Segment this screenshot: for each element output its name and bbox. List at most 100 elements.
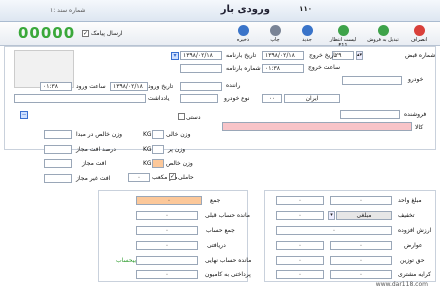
- waybill-date-picker[interactable]: ▾: [171, 52, 179, 60]
- final-balance-label: مانده حساب نهایی: [205, 257, 252, 264]
- exit-date-label: تاریخ خروج: [309, 52, 337, 59]
- checkbox-box[interactable]: ✓: [82, 30, 89, 37]
- toolbar-button-icon: [413, 25, 425, 36]
- toolbar-button-label: ذخیره: [236, 37, 250, 43]
- toolbar-button-label: چاپ: [270, 37, 280, 43]
- unit-price-field[interactable]: ۰: [330, 196, 392, 205]
- title-counter: ۱۱۰: [299, 5, 312, 13]
- rent-total[interactable]: ۰: [276, 270, 324, 279]
- load-label: حاملی: [178, 174, 194, 181]
- driver-payment-field[interactable]: ۰: [136, 270, 198, 279]
- waybill-date-label: تاریخ بارنامه: [226, 52, 257, 59]
- empty-weight-unit: KG: [143, 131, 152, 138]
- empty-weight-label: وزن خالی: [166, 131, 191, 138]
- vat-label: ارزش افزوده: [398, 227, 432, 234]
- discount-field[interactable]: ۰: [276, 211, 324, 220]
- net-weight-unit: KG: [143, 160, 152, 167]
- toolbar-button-5[interactable]: ذخیره: [226, 23, 260, 45]
- entry-time-label: ساعت ورود: [76, 83, 106, 90]
- total-field[interactable]: ۰: [136, 196, 202, 205]
- tolls-total[interactable]: ۰: [276, 241, 324, 250]
- weighing-field[interactable]: ۰: [330, 256, 392, 265]
- goods-field[interactable]: [222, 122, 412, 131]
- toolbar-button-4[interactable]: چاپ: [258, 23, 292, 45]
- loss-pct-field[interactable]: [44, 145, 72, 154]
- waybill-date-field[interactable]: ۱۳۹۸/۰۲/۱۸: [180, 51, 222, 60]
- loss-label: افت مجاز: [82, 160, 107, 167]
- car-field[interactable]: [342, 76, 402, 85]
- seller-field[interactable]: [340, 110, 400, 119]
- received-field[interactable]: ۰: [136, 241, 198, 250]
- driver-label: راننده: [226, 82, 241, 89]
- driver-payment-label: پرداختی به کامیون: [205, 271, 251, 278]
- net-weight-field[interactable]: [152, 159, 164, 168]
- net-origin-field[interactable]: [44, 130, 72, 139]
- toolbar-button-icon: [377, 25, 389, 36]
- waybill-no-field[interactable]: [180, 64, 222, 73]
- loss-field[interactable]: [44, 159, 72, 168]
- load-checkbox[interactable]: ✓: [169, 173, 176, 180]
- unit-price-label: مبلغ واحد: [398, 197, 422, 204]
- total-label: جمع: [210, 197, 221, 204]
- discount-label: تخفیف: [398, 212, 415, 219]
- driver-field[interactable]: [180, 82, 222, 91]
- toolbar-button-label: انصراف: [410, 37, 428, 43]
- entry-time-field[interactable]: ۰۱:۳۸: [40, 82, 72, 91]
- waybill-no-label: شماره بارنامه: [226, 65, 261, 72]
- watermark: www.dar118.com: [375, 281, 428, 288]
- full-weight-unit: KG: [143, 146, 152, 153]
- toolbar-button-icon: [237, 25, 249, 36]
- tolls-label: عوارض: [404, 242, 423, 249]
- discount-dropdown[interactable]: ▾: [328, 211, 335, 220]
- full-weight-label: وزن پر: [168, 146, 186, 153]
- plate-code-field[interactable]: ۰۰: [262, 94, 282, 103]
- prev-balance-field[interactable]: ۰: [136, 211, 198, 220]
- rent-field[interactable]: ۰: [330, 270, 392, 279]
- sum-field[interactable]: ۰: [136, 226, 198, 235]
- loss-pct-label: درصد افت مجاز: [76, 146, 116, 153]
- entry-date-field[interactable]: ۱۳۹۸/۰۲/۱۸: [110, 82, 148, 91]
- toolbar-button-1[interactable]: تبدیل به فروش: [366, 23, 400, 45]
- send-sms-checkbox[interactable]: ✓ ارسال پیامک: [80, 30, 123, 37]
- expand-icon[interactable]: −: [20, 111, 28, 119]
- toolbar-button-3[interactable]: جدید: [290, 23, 324, 45]
- exit-date-field[interactable]: ۱۳۹۸/۰۲/۱۸: [262, 51, 304, 60]
- car-type-field[interactable]: [180, 94, 218, 103]
- weighing-label: حق توزین: [400, 257, 425, 264]
- receipt-no-spinner[interactable]: ▴▾: [356, 51, 363, 60]
- manual-label: دستی: [186, 114, 201, 121]
- window-title: ورودی بار: [220, 4, 270, 15]
- toolbar-button-2[interactable]: لیست انتظار F11: [326, 23, 360, 49]
- toolbar-button-0[interactable]: انصراف: [402, 23, 436, 45]
- loss-unallowed-field[interactable]: [44, 174, 72, 183]
- entry-date-label: تاریخ ورود: [148, 83, 174, 90]
- note-field[interactable]: [14, 94, 146, 103]
- note-label: یادداشت: [148, 95, 170, 102]
- sum-label: جمع حساب: [206, 227, 235, 234]
- full-weight-field[interactable]: [152, 145, 164, 154]
- exit-time-field[interactable]: ۰۱:۳۸: [262, 64, 304, 73]
- toolbar-button-icon: [301, 25, 313, 36]
- volume-field[interactable]: ۰: [128, 173, 150, 182]
- toolbar-button-label: تبدیل به فروش: [367, 37, 399, 43]
- final-balance-field[interactable]: [136, 256, 198, 265]
- plate-field[interactable]: ایران: [284, 94, 340, 103]
- discount-type[interactable]: مبلغی: [336, 211, 392, 220]
- received-label: دریافتی: [207, 242, 226, 249]
- toolbar-button-label: جدید: [302, 37, 312, 43]
- net-weight-label: وزن خالص: [166, 160, 193, 167]
- unit-price-total[interactable]: ۰: [276, 196, 324, 205]
- vat-field[interactable]: ۰: [276, 226, 392, 235]
- weighing-total[interactable]: ۰: [276, 256, 324, 265]
- exit-time-label: ساعت خروج: [308, 64, 341, 71]
- seller-label: فروشنده: [404, 111, 427, 118]
- final-balance-flag: بیحساب: [116, 257, 137, 264]
- manual-checkbox[interactable]: [178, 113, 185, 120]
- rent-label: کرایه مشتری: [398, 271, 432, 278]
- toolbar-button-icon: [269, 25, 281, 36]
- empty-weight-field[interactable]: [152, 130, 164, 139]
- document-serial: شماره سند :۱: [50, 7, 86, 14]
- tolls-field[interactable]: ۰: [330, 241, 392, 250]
- net-origin-label: وزن خالص در مبدا: [76, 131, 123, 138]
- prev-balance-label: مانده حساب قبلی: [205, 212, 251, 219]
